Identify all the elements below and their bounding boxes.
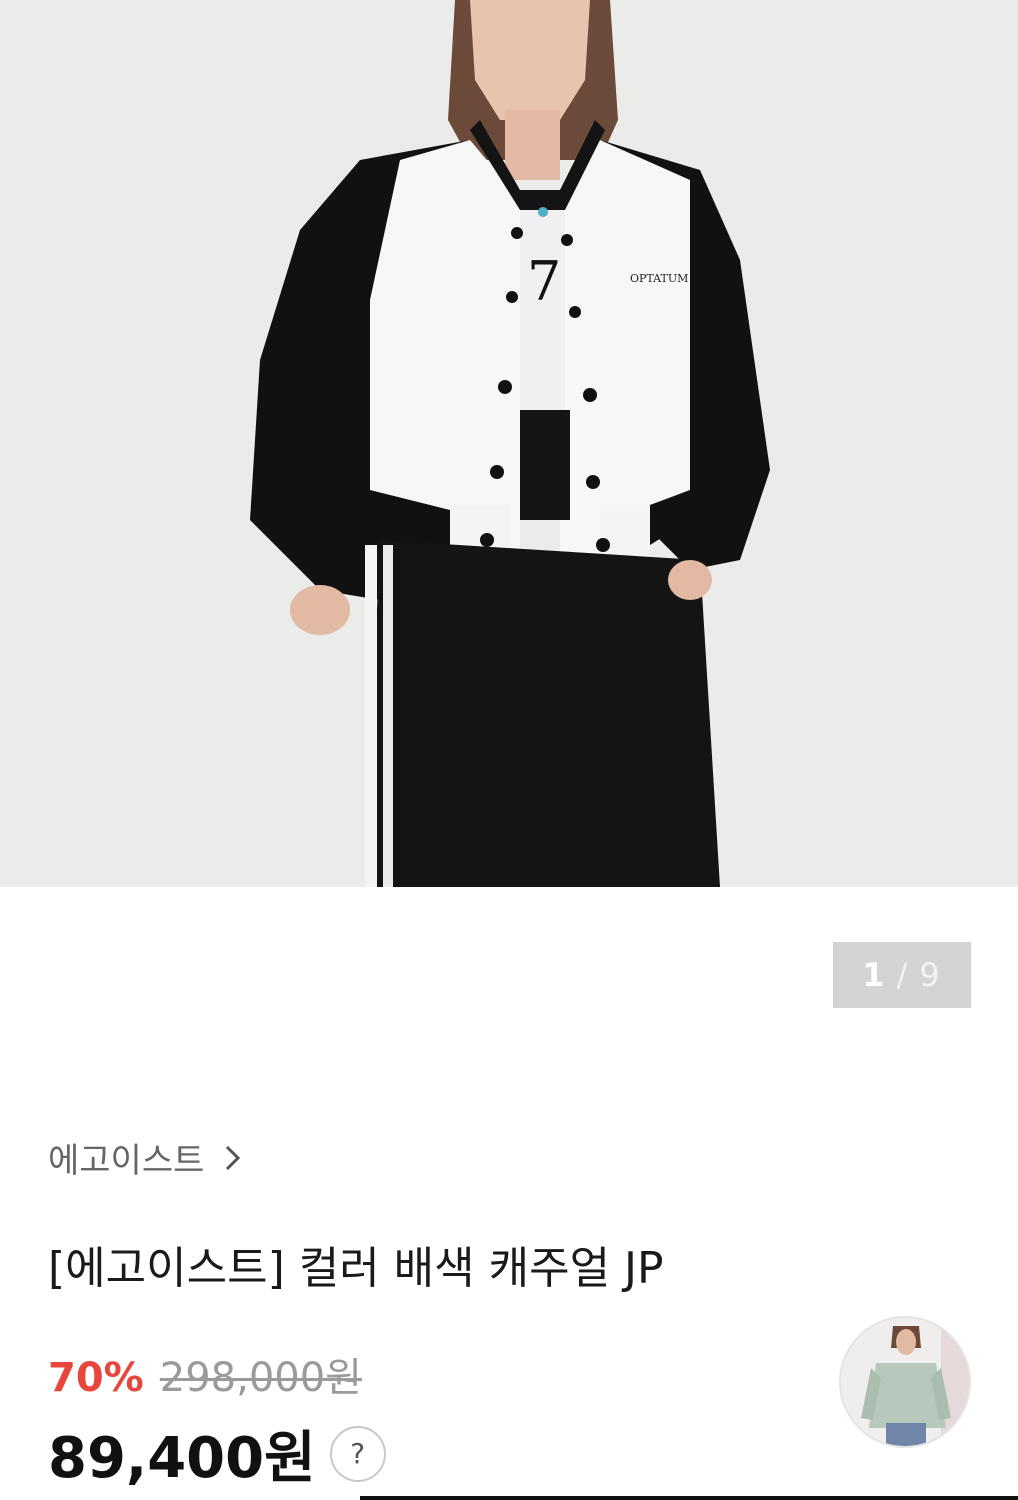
discount-row: 70% 298,000원 [48,1345,362,1403]
related-product-thumbnail[interactable] [839,1316,971,1448]
price-help-button[interactable]: ? [329,1425,386,1482]
product-image[interactable]: 7 OPTATUM [0,0,1018,887]
sale-price: 89,400원 [48,1426,316,1491]
current-page: 1 [862,956,887,994]
page-separator: / [896,956,910,994]
total-pages: 9 [919,956,942,994]
svg-text:7: 7 [527,250,561,313]
model-photo: 7 OPTATUM [0,0,1018,887]
discount-rate: 70% [48,1355,144,1401]
brand-name: 에고이스트 [48,1141,205,1181]
product-title: [에고이스트] 컬러 배색 캐주얼 JP [48,1243,664,1294]
brand-link[interactable]: 에고이스트 [48,1133,244,1182]
image-page-counter: 1 / 9 [833,942,971,1008]
price-row: 89,400원 ? [48,1413,386,1494]
original-price: 298,000원 [159,1355,362,1401]
thumbnail-image [841,1318,969,1446]
chevron-right-icon [226,1145,241,1170]
bottom-divider [360,1496,1018,1500]
question-icon: ? [350,1437,366,1470]
jacket-logo-text: OPTATUM [630,272,688,285]
